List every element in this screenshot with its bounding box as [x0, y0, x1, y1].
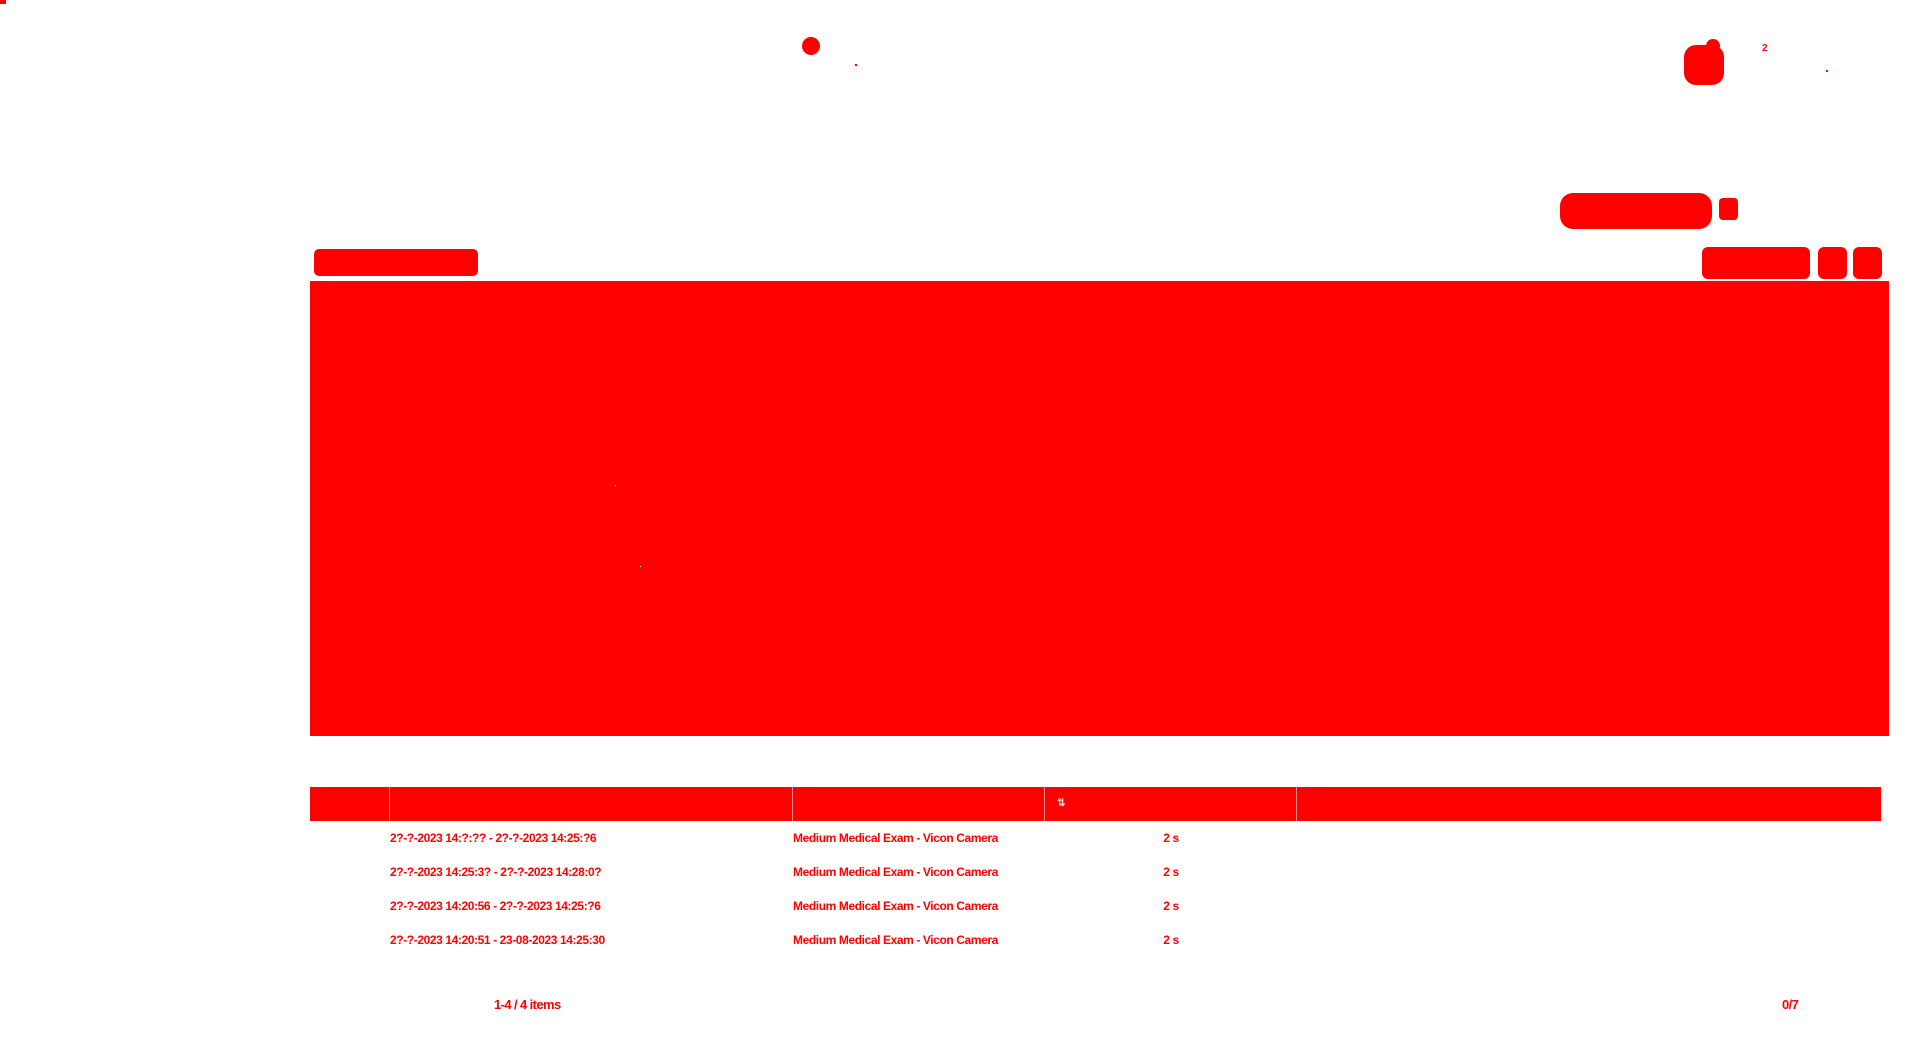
decorative-dot [640, 566, 641, 567]
table-row[interactable]: 2?-?-2023 14:25:3? - 2?-?-2023 14:28:0? … [310, 855, 1881, 889]
row-source: Medium Medical Exam - Vicon Camera [793, 865, 998, 879]
column-header-duration[interactable]: ⇅ [1045, 787, 1297, 821]
table-header: ⇅ [310, 787, 1881, 821]
decorative-dot [855, 64, 857, 66]
date-filter-button[interactable] [1560, 193, 1712, 229]
recordings-tab[interactable] [314, 249, 478, 276]
row-source: Medium Medical Exam - Vicon Camera [793, 933, 998, 947]
table-row[interactable]: 2?-?-2023 14:?:?? - 2?-?-2023 14:25:?6 M… [310, 821, 1881, 855]
fullscreen-icon[interactable] [1853, 247, 1882, 279]
row-duration: 2 s [1163, 899, 1179, 913]
row-time-range: 2?-?-2023 14:?:?? - 2?-?-2023 14:25:?6 [390, 831, 597, 845]
row-source: Medium Medical Exam - Vicon Camera [793, 899, 998, 913]
row-time-range: 2?-?-2023 14:20:51 - 23-08-2023 14:25:30 [390, 933, 605, 947]
pagination-page[interactable]: 0/7 [1782, 997, 1799, 1012]
row-source: Medium Medical Exam - Vicon Camera [793, 831, 998, 845]
decorative-dot [615, 485, 616, 486]
corner-mark [0, 0, 6, 4]
calendar-icon[interactable] [1719, 198, 1738, 220]
row-duration: 2 s [1163, 865, 1179, 879]
decorative-dot [1826, 70, 1828, 72]
export-button[interactable] [1702, 247, 1810, 279]
row-time-range: 2?-?-2023 14:20:56 - 2?-?-2023 14:25:?6 [390, 899, 601, 913]
row-duration: 2 s [1163, 831, 1179, 845]
row-duration: 2 s [1163, 933, 1179, 947]
column-header-time[interactable] [390, 787, 793, 821]
user-avatar-icon[interactable] [1684, 39, 1724, 85]
video-player[interactable] [310, 281, 1889, 736]
column-header-source[interactable] [793, 787, 1045, 821]
recordings-table: 2?-?-2023 14:?:?? - 2?-?-2023 14:25:?6 M… [310, 821, 1881, 957]
settings-icon[interactable] [1818, 247, 1847, 279]
notification-count: 2 [1762, 43, 1768, 54]
column-header-extra [1297, 787, 1881, 821]
row-time-range: 2?-?-2023 14:25:3? - 2?-?-2023 14:28:0? [390, 865, 602, 879]
table-row[interactable]: 2?-?-2023 14:20:51 - 23-08-2023 14:25:30… [310, 923, 1881, 957]
column-header-select[interactable] [310, 787, 390, 821]
pagination-count: 1-4 / 4 items [494, 997, 561, 1012]
sort-icon: ⇅ [1057, 798, 1066, 809]
table-row[interactable]: 2?-?-2023 14:20:56 - 2?-?-2023 14:25:?6 … [310, 889, 1881, 923]
status-dot-icon [802, 37, 820, 55]
